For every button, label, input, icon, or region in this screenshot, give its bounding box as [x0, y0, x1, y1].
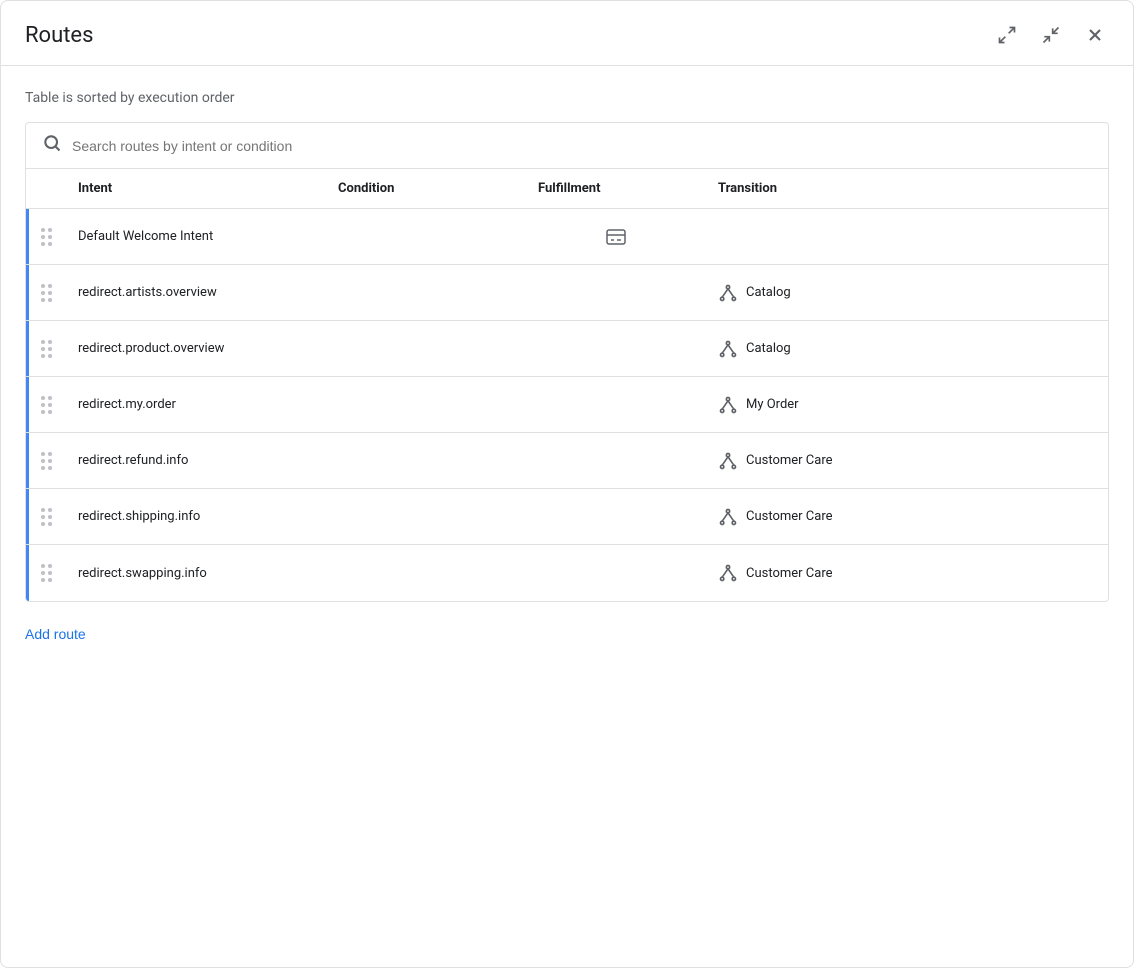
intent-cell: redirect.my.order — [66, 389, 326, 420]
table-row[interactable]: redirect.artists.overview Catalog — [26, 265, 1108, 321]
intent-cell: redirect.artists.overview — [66, 277, 326, 308]
intent-cell: redirect.refund.info — [66, 445, 326, 476]
compress-button[interactable] — [1037, 21, 1065, 49]
table-row[interactable]: redirect.refund.info Customer Care — [26, 433, 1108, 489]
transition-cell: Catalog — [706, 275, 1108, 311]
transition-node-icon — [718, 395, 738, 415]
maximize-button[interactable] — [993, 21, 1021, 49]
header-actions — [993, 21, 1109, 49]
fulfillment-cell — [526, 397, 706, 413]
drag-handle[interactable] — [26, 284, 66, 302]
col-drag — [26, 181, 66, 196]
table-row[interactable]: redirect.shipping.info Customer Care — [26, 489, 1108, 545]
search-bar — [25, 122, 1109, 169]
table-header: Intent Condition Fulfillment Transition — [26, 169, 1108, 209]
condition-cell — [326, 509, 526, 525]
dialog-title: Routes — [25, 23, 93, 48]
transition-node-icon — [718, 339, 738, 359]
drag-dots-icon — [41, 508, 52, 526]
table-row[interactable]: redirect.my.order My Order — [26, 377, 1108, 433]
transition-node-icon — [718, 507, 738, 527]
transition-cell: Customer Care — [706, 443, 1108, 479]
routes-dialog: Routes — [0, 0, 1134, 968]
condition-cell — [326, 341, 526, 357]
drag-dots-icon — [41, 340, 52, 358]
drag-handle[interactable] — [26, 452, 66, 470]
drag-handle[interactable] — [26, 508, 66, 526]
fulfillment-cell — [526, 453, 706, 469]
intent-cell: redirect.swapping.info — [66, 558, 326, 589]
table-subtitle: Table is sorted by execution order — [25, 90, 1109, 106]
drag-handle[interactable] — [26, 564, 66, 582]
condition-cell — [326, 285, 526, 301]
col-transition: Transition — [706, 181, 1108, 196]
transition-node-icon — [718, 451, 738, 471]
close-button[interactable] — [1081, 21, 1109, 49]
col-intent: Intent — [66, 181, 326, 196]
col-fulfillment: Fulfillment — [526, 181, 706, 196]
transition-cell — [706, 229, 1108, 245]
transition-cell: My Order — [706, 387, 1108, 423]
drag-handle[interactable] — [26, 340, 66, 358]
intent-cell: redirect.product.overview — [66, 333, 326, 364]
drag-dots-icon — [41, 284, 52, 302]
table-row[interactable]: Default Welcome Intent — [26, 209, 1108, 265]
routes-table: Intent Condition Fulfillment Transition … — [25, 169, 1109, 602]
condition-cell — [326, 397, 526, 413]
drag-dots-icon — [41, 564, 52, 582]
fulfillment-cell — [526, 285, 706, 301]
dialog-header: Routes — [1, 1, 1133, 66]
fulfillment-cell — [526, 341, 706, 357]
fulfillment-cell — [526, 217, 706, 257]
drag-dots-icon — [41, 228, 52, 246]
drag-dots-icon — [41, 452, 52, 470]
transition-cell: Customer Care — [706, 555, 1108, 591]
search-icon — [42, 133, 62, 158]
table-row[interactable]: redirect.product.overview Catalog — [26, 321, 1108, 377]
transition-node-icon — [718, 283, 738, 303]
search-input[interactable] — [72, 138, 1092, 154]
condition-cell — [326, 229, 526, 245]
add-route-button[interactable]: Add route — [25, 618, 1109, 650]
intent-cell: redirect.shipping.info — [66, 501, 326, 532]
drag-handle[interactable] — [26, 228, 66, 246]
drag-dots-icon — [41, 396, 52, 414]
fulfillment-cell — [526, 565, 706, 581]
col-condition: Condition — [326, 181, 526, 196]
dialog-body: Table is sorted by execution order Inten… — [1, 66, 1133, 967]
table-row[interactable]: redirect.swapping.info Customer Care — [26, 545, 1108, 601]
drag-handle[interactable] — [26, 396, 66, 414]
transition-cell: Customer Care — [706, 499, 1108, 535]
condition-cell — [326, 565, 526, 581]
fulfillment-cell — [526, 509, 706, 525]
transition-node-icon — [718, 563, 738, 583]
transition-cell: Catalog — [706, 331, 1108, 367]
intent-cell: Default Welcome Intent — [66, 221, 326, 252]
condition-cell — [326, 453, 526, 469]
